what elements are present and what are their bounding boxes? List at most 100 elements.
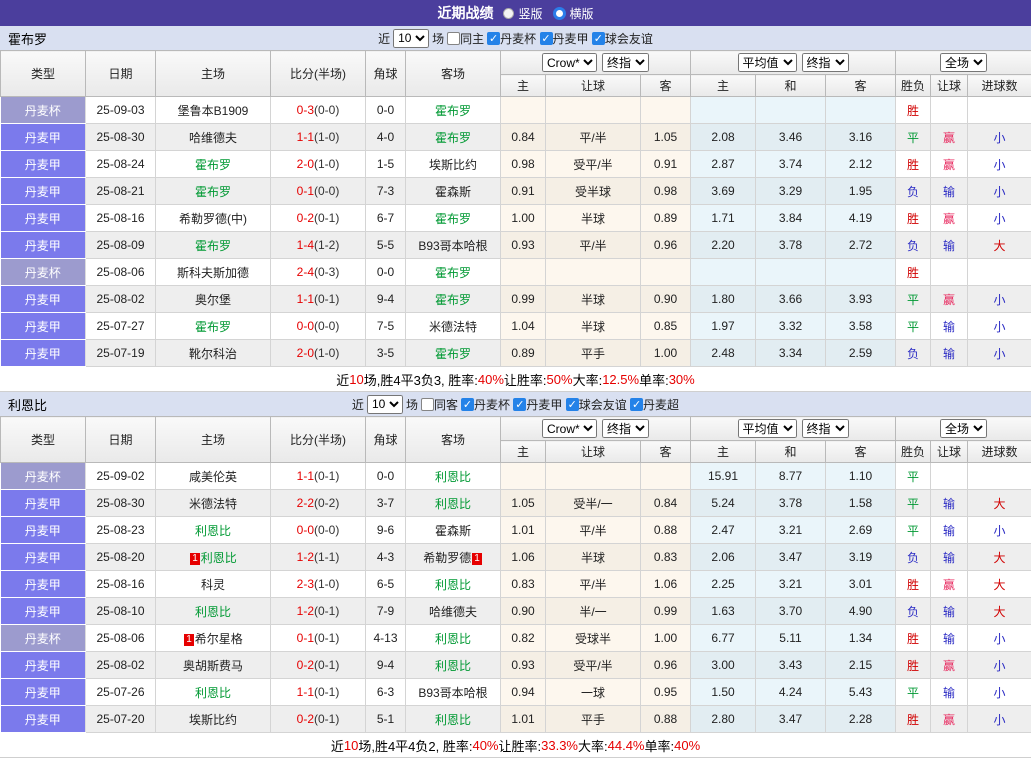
full-match-group: 全场 (896, 417, 1031, 441)
league-cell: 丹麦甲 (1, 679, 86, 706)
same-venue-checkbox-icon[interactable] (447, 32, 460, 45)
full-match-select[interactable]: 全场 (940, 419, 987, 438)
avg-draw-cell: 3.21 (756, 517, 826, 544)
average-select[interactable]: 平均值 (738, 53, 797, 72)
league-filter[interactable]: ✓ 丹麦超 (630, 396, 679, 413)
handicap-cell: 半球 (546, 313, 641, 340)
league-filter[interactable]: ✓ 丹麦杯 (461, 396, 510, 413)
league-filter[interactable]: ✓ 丹麦杯 (487, 30, 536, 47)
bookmaker-group: Crow* 终指 (501, 51, 691, 75)
league-cell: 丹麦甲 (1, 340, 86, 367)
score-cell: 0-0(0-0) (271, 313, 366, 340)
league-checkbox-icon[interactable]: ✓ (566, 398, 579, 411)
final-odds-select-2[interactable]: 终指 (802, 419, 849, 438)
summary-stat-value: 12.5% (602, 372, 639, 387)
red-card-badge: 1 (190, 553, 200, 565)
avg-draw-cell: 3.78 (756, 490, 826, 517)
league-filter[interactable]: ✓ 丹麦甲 (513, 396, 562, 413)
corner-cell: 4-3 (366, 544, 406, 571)
handicap-cell (546, 259, 641, 286)
avg-home-cell: 1.80 (691, 286, 756, 313)
radio-horizontal-option[interactable]: 横版 (553, 5, 594, 22)
col-avg-away: 客 (826, 441, 896, 463)
goals-cell: 小 (968, 517, 1031, 544)
result-cell: 胜 (896, 625, 931, 652)
date-cell: 25-08-10 (86, 598, 156, 625)
avg-home-cell: 2.87 (691, 151, 756, 178)
league-filter-label: 丹麦杯 (474, 396, 510, 413)
league-cell: 丹麦甲 (1, 598, 86, 625)
summary-stat-value: 33.3% (541, 738, 578, 753)
league-checkbox-icon[interactable]: ✓ (592, 32, 605, 45)
final-odds-select[interactable]: 终指 (602, 419, 649, 438)
summary-stat-value: 40% (674, 738, 700, 753)
handicap-cell: 半/一 (546, 598, 641, 625)
bookmaker-select[interactable]: Crow* (542, 419, 597, 438)
odds-away-cell: 0.99 (641, 598, 691, 625)
odds-home-cell (501, 259, 546, 286)
league-checkbox-icon[interactable]: ✓ (513, 398, 526, 411)
same-venue-checkbox-icon[interactable] (421, 398, 434, 411)
odds-home-cell: 0.93 (501, 652, 546, 679)
corner-cell: 0-0 (366, 463, 406, 490)
league-filter[interactable]: ✓ 丹麦甲 (540, 30, 589, 47)
summary-stat-value: 44.4% (608, 738, 645, 753)
odds-away-cell (641, 463, 691, 490)
odds-home-cell: 0.91 (501, 178, 546, 205)
average-select[interactable]: 平均值 (738, 419, 797, 438)
avg-draw-cell: 3.74 (756, 151, 826, 178)
league-checkbox-icon[interactable]: ✓ (461, 398, 474, 411)
corner-cell: 3-7 (366, 490, 406, 517)
summary-stat-value: 40% (478, 372, 504, 387)
avg-away-cell: 2.59 (826, 340, 896, 367)
goals-cell: 小 (968, 151, 1031, 178)
radio-vertical-icon[interactable] (503, 8, 514, 19)
match-count-select[interactable]: 10 (367, 395, 403, 414)
away-team-cell: B93哥本哈根 (406, 232, 501, 259)
odds-away-cell: 0.85 (641, 313, 691, 340)
avg-draw-cell: 3.43 (756, 652, 826, 679)
league-checkbox-icon[interactable]: ✓ (540, 32, 553, 45)
col-score: 比分(半场) (271, 417, 366, 463)
col-home: 主场 (156, 51, 271, 97)
league-filter[interactable]: ✓ 球会友谊 (566, 396, 627, 413)
radio-horizontal-icon[interactable] (553, 7, 566, 20)
radio-vertical-option[interactable]: 竖版 (503, 5, 542, 22)
full-match-group: 全场 (896, 51, 1031, 75)
avg-draw-cell (756, 97, 826, 124)
final-odds-select[interactable]: 终指 (602, 53, 649, 72)
team-name: 霍布罗 (8, 29, 47, 48)
recent-label: 近 (352, 396, 364, 413)
odds-away-cell: 0.91 (641, 151, 691, 178)
final-odds-select-2[interactable]: 终指 (802, 53, 849, 72)
bookmaker-select[interactable]: Crow* (542, 53, 597, 72)
goals-cell: 小 (968, 652, 1031, 679)
league-checkbox-icon[interactable]: ✓ (630, 398, 643, 411)
col-avg-draw: 和 (756, 441, 826, 463)
odds-home-cell: 1.06 (501, 544, 546, 571)
odds-home-cell: 1.01 (501, 517, 546, 544)
match-count-select[interactable]: 10 (393, 29, 429, 48)
odds-home-cell: 0.90 (501, 598, 546, 625)
league-filter[interactable]: ✓ 球会友谊 (592, 30, 653, 47)
same-venue-filter[interactable]: 同主 (447, 30, 484, 47)
avg-away-cell: 1.58 (826, 490, 896, 517)
odds-home-cell: 0.89 (501, 340, 546, 367)
avg-draw-cell: 3.32 (756, 313, 826, 340)
same-venue-filter[interactable]: 同客 (421, 396, 458, 413)
col-corner: 角球 (366, 51, 406, 97)
full-match-select[interactable]: 全场 (940, 53, 987, 72)
away-team-cell: 希勒罗德1 (406, 544, 501, 571)
col-handicap-result: 让球 (931, 441, 968, 463)
col-date: 日期 (86, 51, 156, 97)
league-checkbox-icon[interactable]: ✓ (487, 32, 500, 45)
avg-draw-cell: 4.24 (756, 679, 826, 706)
col-goals: 进球数 (968, 441, 1031, 463)
home-team-cell: 霍布罗 (156, 151, 271, 178)
odds-home-cell: 0.82 (501, 625, 546, 652)
match-row: 丹麦甲25-07-27霍布罗0-0(0-0)7-5米德法特1.04半球0.851… (1, 313, 1031, 340)
odds-away-cell: 0.88 (641, 517, 691, 544)
col-result: 胜负 (896, 441, 931, 463)
league-cell: 丹麦甲 (1, 571, 86, 598)
away-team-cell: 霍布罗 (406, 340, 501, 367)
